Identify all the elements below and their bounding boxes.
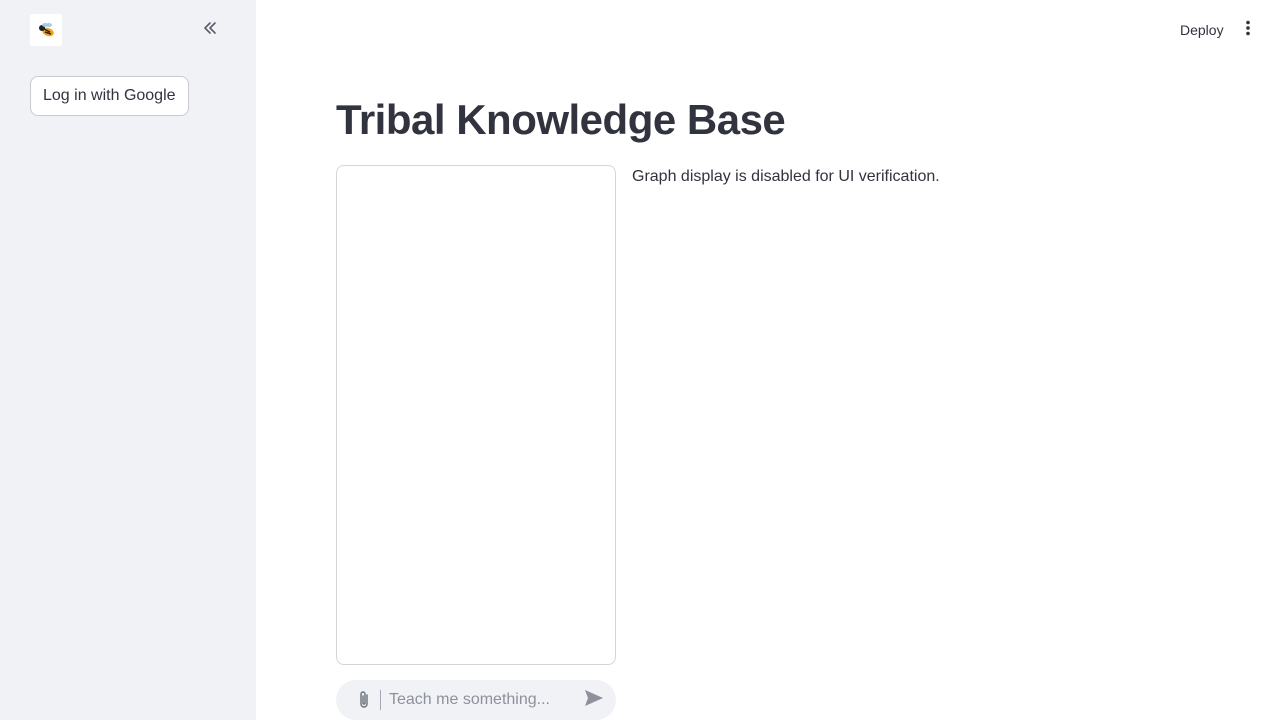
wasp-logo-icon — [30, 14, 62, 46]
graph-disabled-note: Graph display is disabled for UI verific… — [632, 168, 940, 185]
send-button[interactable] — [582, 688, 606, 712]
chat-history-panel — [336, 165, 616, 665]
deploy-button[interactable]: Deploy — [1170, 16, 1234, 44]
vertical-dots-icon — [1245, 20, 1251, 41]
login-google-button[interactable]: Log in with Google — [30, 76, 189, 116]
page-title: Tribal Knowledge Base — [336, 96, 786, 143]
paperclip-icon[interactable] — [352, 688, 376, 712]
double-chevron-left-icon — [201, 19, 219, 42]
main-menu-button[interactable] — [1236, 18, 1260, 42]
chat-input-bar — [336, 680, 616, 720]
collapse-sidebar-button[interactable] — [198, 18, 222, 42]
input-divider — [380, 690, 381, 710]
send-icon — [584, 689, 604, 712]
chat-input[interactable] — [389, 691, 582, 709]
sidebar: Log in with Google — [0, 0, 256, 720]
